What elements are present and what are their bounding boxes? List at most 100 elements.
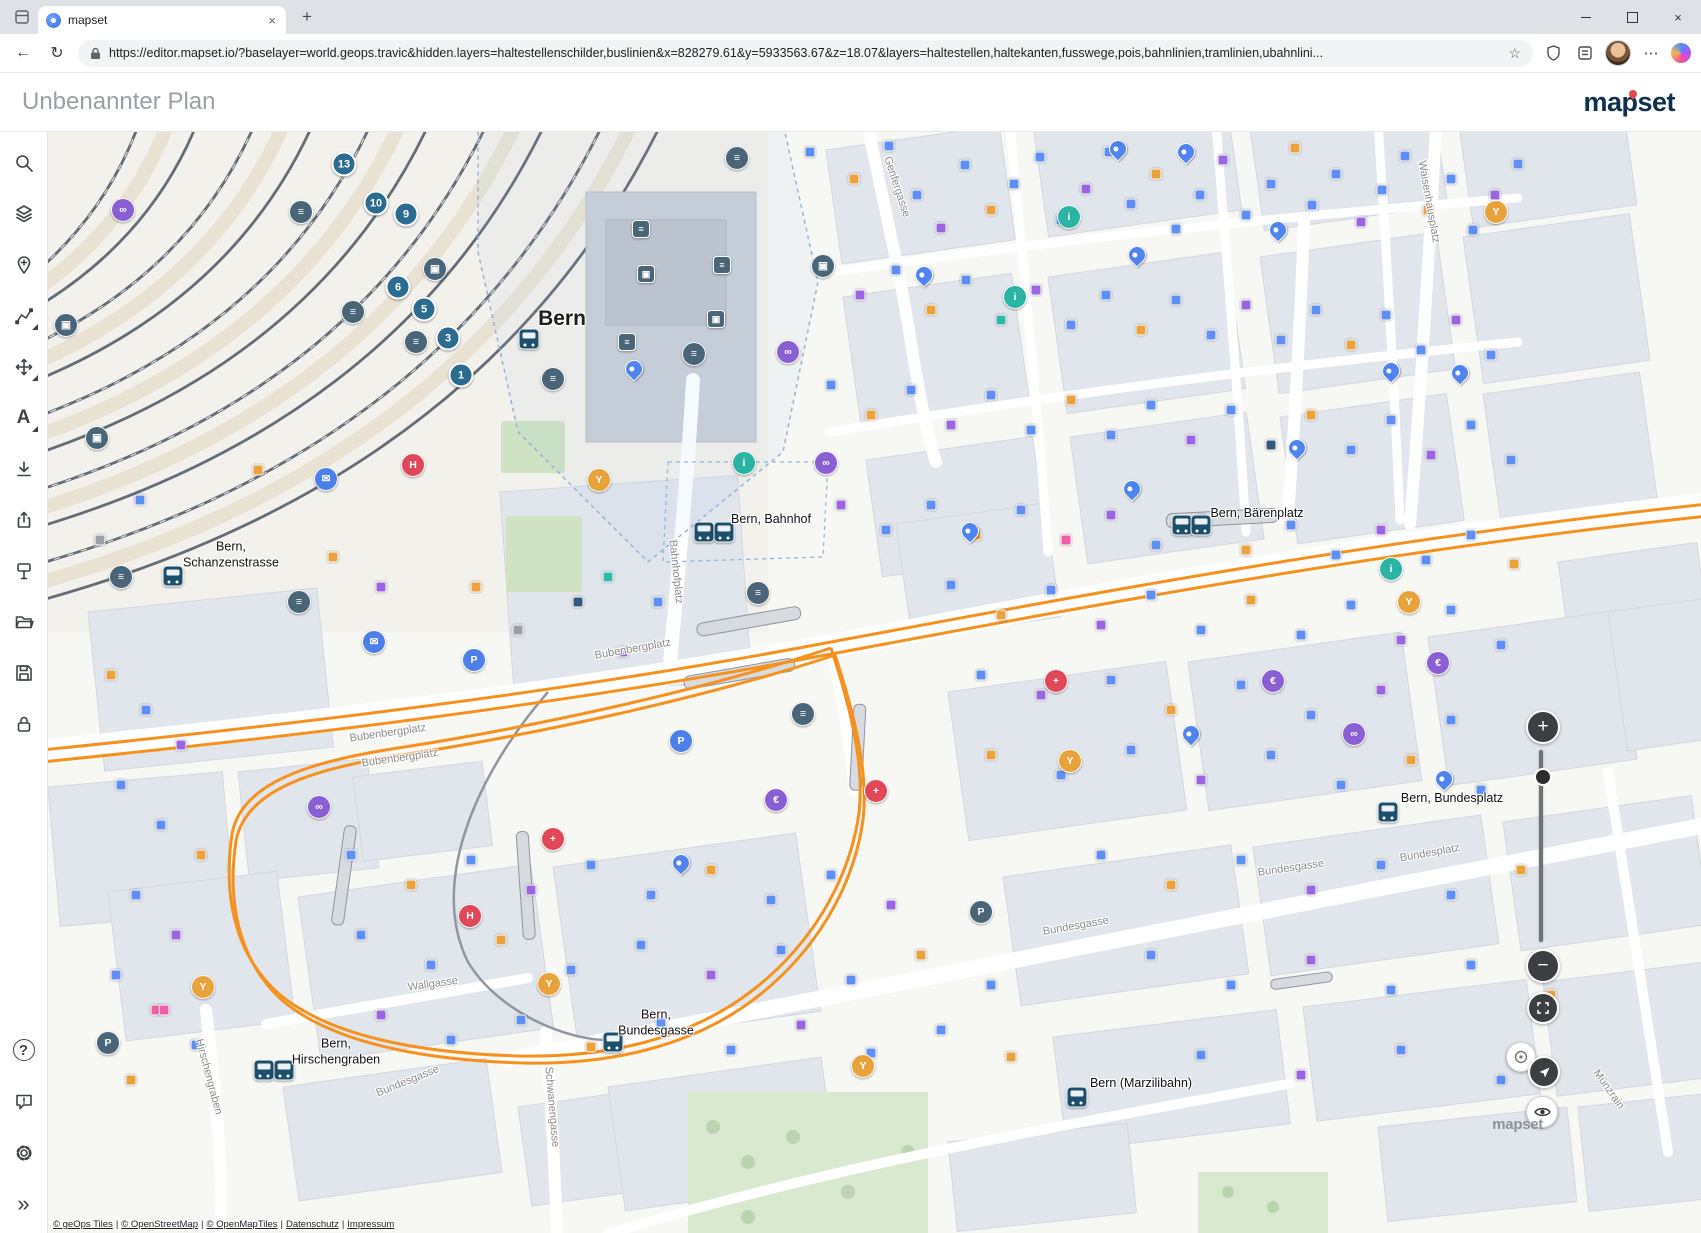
lock-tool-button[interactable] bbox=[7, 707, 41, 741]
poi-dot[interactable] bbox=[1035, 152, 1046, 163]
poi-marker[interactable]: ≡ bbox=[289, 200, 313, 224]
poi-dot[interactable] bbox=[706, 970, 717, 981]
poi-dot[interactable] bbox=[328, 552, 339, 563]
poi-dot[interactable] bbox=[1026, 425, 1037, 436]
poi-dot[interactable] bbox=[1356, 217, 1367, 228]
poi-dot[interactable] bbox=[1146, 400, 1157, 411]
poi-dot[interactable] bbox=[1096, 620, 1107, 631]
poi-marker[interactable]: ✉ bbox=[362, 630, 386, 654]
poi-dot[interactable] bbox=[1386, 985, 1397, 996]
poi-pin[interactable] bbox=[1124, 242, 1149, 267]
poi-marker[interactable]: P bbox=[669, 729, 693, 753]
poi-dot[interactable] bbox=[253, 465, 264, 476]
poi-marker[interactable]: Y bbox=[1058, 749, 1082, 773]
poi-dot[interactable] bbox=[171, 930, 182, 941]
platform-number-badge[interactable]: 6 bbox=[386, 275, 411, 300]
poi-dot[interactable] bbox=[1009, 179, 1020, 190]
poi-dot[interactable] bbox=[176, 740, 187, 751]
poi-marker[interactable]: ▣ bbox=[811, 254, 835, 278]
poi-dot[interactable] bbox=[946, 580, 957, 591]
platform-number-badge[interactable]: 9 bbox=[394, 202, 419, 227]
poi-dot[interactable] bbox=[1206, 330, 1217, 341]
tab-close-icon[interactable]: × bbox=[266, 13, 278, 28]
poi-dot[interactable] bbox=[1196, 775, 1207, 786]
poi-dot[interactable] bbox=[986, 750, 997, 761]
poi-pin[interactable] bbox=[1431, 766, 1456, 791]
poi-dot[interactable] bbox=[891, 265, 902, 276]
poi-dot[interactable] bbox=[1196, 625, 1207, 636]
poi-dot[interactable] bbox=[586, 1042, 597, 1053]
poi-dot[interactable] bbox=[1346, 600, 1357, 611]
poi-dot[interactable] bbox=[1218, 155, 1229, 166]
poi-dot[interactable] bbox=[526, 885, 537, 896]
poi-dot[interactable] bbox=[376, 582, 387, 593]
platform-number-badge[interactable]: 5 bbox=[412, 297, 437, 322]
poi-dot[interactable] bbox=[1101, 290, 1112, 301]
poi-dot[interactable] bbox=[881, 525, 892, 536]
save-tool-button[interactable] bbox=[7, 656, 41, 690]
poi-marker[interactable]: ≡ bbox=[287, 590, 311, 614]
poi-dot[interactable] bbox=[135, 495, 146, 506]
map-canvas[interactable]: ≡▣≡▣≡≡▣≡≡≡≡≡▣≡PP≡▣≡▣≡∞∞∞∞∞€€€iiiiYYYYYYY… bbox=[48, 132, 1701, 1233]
workspace-icon[interactable] bbox=[10, 5, 34, 29]
poi-dot[interactable] bbox=[846, 975, 857, 986]
poi-marker[interactable]: ∞ bbox=[776, 340, 800, 364]
poi-marker[interactable]: + bbox=[541, 827, 565, 851]
poi-marker[interactable]: Y bbox=[587, 468, 611, 492]
poi-dot[interactable] bbox=[1376, 525, 1387, 536]
poi-dot[interactable] bbox=[159, 1005, 170, 1016]
poi-dot[interactable] bbox=[1246, 595, 1257, 606]
poi-dot[interactable] bbox=[766, 895, 777, 906]
text-tool-button[interactable]: A bbox=[7, 401, 41, 435]
poi-dot[interactable] bbox=[1311, 305, 1322, 316]
poi-dot[interactable] bbox=[1195, 190, 1206, 201]
transit-stop-icon[interactable] bbox=[163, 566, 184, 587]
poi-dot[interactable] bbox=[1513, 159, 1524, 170]
poi-marker[interactable]: ▣ bbox=[85, 426, 109, 450]
poi-dot[interactable] bbox=[936, 1025, 947, 1036]
poi-dot[interactable] bbox=[1241, 300, 1252, 311]
poi-dot[interactable] bbox=[1066, 320, 1077, 331]
poi-marker[interactable]: ▣ bbox=[54, 313, 78, 337]
poi-dot[interactable] bbox=[884, 141, 895, 152]
poi-dot[interactable] bbox=[1266, 750, 1277, 761]
poi-dot[interactable] bbox=[1226, 980, 1237, 991]
poi-dot[interactable] bbox=[1241, 545, 1252, 556]
poi-dot[interactable] bbox=[1466, 960, 1477, 971]
share-tool-button[interactable] bbox=[7, 503, 41, 537]
poi-dot[interactable] bbox=[376, 1010, 387, 1021]
poi-marker[interactable]: ✉ bbox=[314, 467, 338, 491]
poi-dot[interactable] bbox=[1006, 1052, 1017, 1063]
poi-dot[interactable] bbox=[1046, 585, 1057, 596]
poi-dot[interactable] bbox=[1516, 865, 1527, 876]
platform-number-badge[interactable]: 13 bbox=[332, 152, 357, 177]
platform-number-badge[interactable]: 3 bbox=[436, 326, 461, 351]
layers-tool-button[interactable] bbox=[7, 197, 41, 231]
poi-dot[interactable] bbox=[636, 940, 647, 951]
browser-menu-icon[interactable]: ⋯ bbox=[1639, 41, 1663, 65]
attribution-link[interactable]: © OpenStreetMap bbox=[121, 1219, 198, 1230]
poi-dot[interactable] bbox=[356, 930, 367, 941]
collections-icon[interactable] bbox=[1573, 41, 1597, 65]
poi-pin[interactable] bbox=[1173, 139, 1198, 164]
bookmark-star-icon[interactable]: ☆ bbox=[1508, 45, 1521, 62]
poi-dot[interactable] bbox=[1036, 690, 1047, 701]
poi-dot[interactable] bbox=[1236, 680, 1247, 691]
poi-dot[interactable] bbox=[496, 935, 507, 946]
poi-marker[interactable]: Y bbox=[851, 1054, 875, 1078]
poi-dot[interactable] bbox=[196, 850, 207, 861]
poi-marker[interactable]: ≡ bbox=[713, 256, 731, 274]
poi-dot[interactable] bbox=[586, 860, 597, 871]
platform-number-badge[interactable]: 1 bbox=[449, 363, 474, 388]
poi-marker[interactable]: Y bbox=[1484, 200, 1508, 224]
poi-dot[interactable] bbox=[1426, 450, 1437, 461]
poi-marker[interactable]: € bbox=[1261, 669, 1285, 693]
poi-dot[interactable] bbox=[1486, 350, 1497, 361]
open-folder-tool-button[interactable] bbox=[7, 605, 41, 639]
transform-tool-button[interactable] bbox=[7, 350, 41, 384]
transit-stop-icon[interactable] bbox=[694, 522, 715, 543]
poi-dot[interactable] bbox=[1151, 169, 1162, 180]
browser-tab[interactable]: mapset × bbox=[38, 6, 286, 34]
poi-marker[interactable]: ≡ bbox=[109, 565, 133, 589]
back-button[interactable]: ← bbox=[10, 40, 36, 66]
